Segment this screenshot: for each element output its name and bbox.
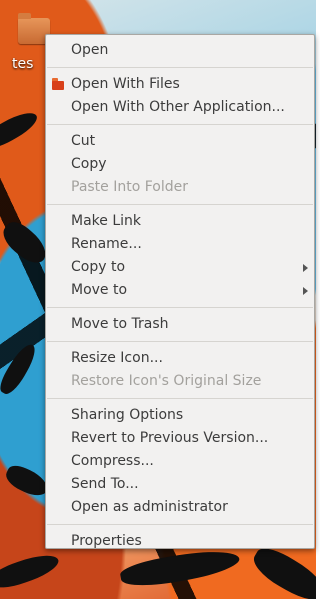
menu-item-label: Properties (71, 533, 142, 549)
menu-item-label: Cut (71, 133, 96, 149)
menu-separator (47, 341, 313, 342)
menu-item-sharing-options[interactable]: Sharing Options (46, 404, 314, 427)
menu-item-resize-icon[interactable]: Resize Icon... (46, 347, 314, 370)
menu-item-label: Make Link (71, 213, 141, 229)
menu-item-label: Restore Icon's Original Size (71, 373, 262, 389)
menu-item-open[interactable]: Open (46, 39, 314, 62)
menu-item-label: Send To... (71, 476, 139, 492)
menu-item-label: Revert to Previous Version... (71, 430, 269, 446)
menu-separator (47, 307, 313, 308)
menu-item-paste-into-folder: Paste Into Folder (46, 176, 314, 199)
menu-item-cut[interactable]: Cut (46, 130, 314, 153)
menu-item-restore-icon-original-size: Restore Icon's Original Size (46, 370, 314, 393)
menu-item-label: Paste Into Folder (71, 179, 189, 195)
menu-separator (47, 524, 313, 525)
menu-item-label: Copy (71, 156, 107, 172)
menu-item-label: Open as administrator (71, 499, 228, 515)
menu-item-make-link[interactable]: Make Link (46, 210, 314, 233)
menu-item-properties[interactable]: Properties (46, 530, 314, 553)
menu-separator (47, 67, 313, 68)
menu-item-send-to[interactable]: Send To... (46, 473, 314, 496)
wallpaper-stroke (0, 106, 41, 154)
submenu-arrow-icon (303, 287, 308, 295)
menu-item-open-with-files[interactable]: Open With Files (46, 73, 314, 96)
menu-item-rename[interactable]: Rename... (46, 233, 314, 256)
context-menu: Open Open With Files Open With Other App… (45, 34, 315, 549)
menu-item-label: Open With Files (71, 76, 180, 92)
menu-item-open-as-administrator[interactable]: Open as administrator (46, 496, 314, 519)
menu-item-label: Resize Icon... (71, 350, 163, 366)
wallpaper-stroke (0, 548, 62, 594)
menu-item-open-with-other-application[interactable]: Open With Other Application... (46, 96, 314, 119)
files-app-icon (51, 77, 65, 91)
menu-item-label: Copy to (71, 259, 126, 275)
menu-item-move-to-trash[interactable]: Move to Trash (46, 313, 314, 336)
menu-item-copy[interactable]: Copy (46, 153, 314, 176)
menu-item-label: Open With Other Application... (71, 99, 285, 115)
submenu-arrow-icon (303, 264, 308, 272)
menu-separator (47, 398, 313, 399)
menu-item-move-to[interactable]: Move to (46, 279, 314, 302)
menu-item-label: Rename... (71, 236, 142, 252)
menu-item-label: Move to (71, 282, 128, 298)
menu-item-label: Open (71, 42, 109, 58)
wallpaper-stroke (0, 340, 40, 398)
menu-separator (47, 204, 313, 205)
menu-item-label: Sharing Options (71, 407, 184, 423)
menu-item-copy-to[interactable]: Copy to (46, 256, 314, 279)
menu-item-label: Move to Trash (71, 316, 169, 332)
menu-item-compress[interactable]: Compress... (46, 450, 314, 473)
menu-separator (47, 124, 313, 125)
menu-item-revert-to-previous-version[interactable]: Revert to Previous Version... (46, 427, 314, 450)
menu-item-label: Compress... (71, 453, 154, 469)
